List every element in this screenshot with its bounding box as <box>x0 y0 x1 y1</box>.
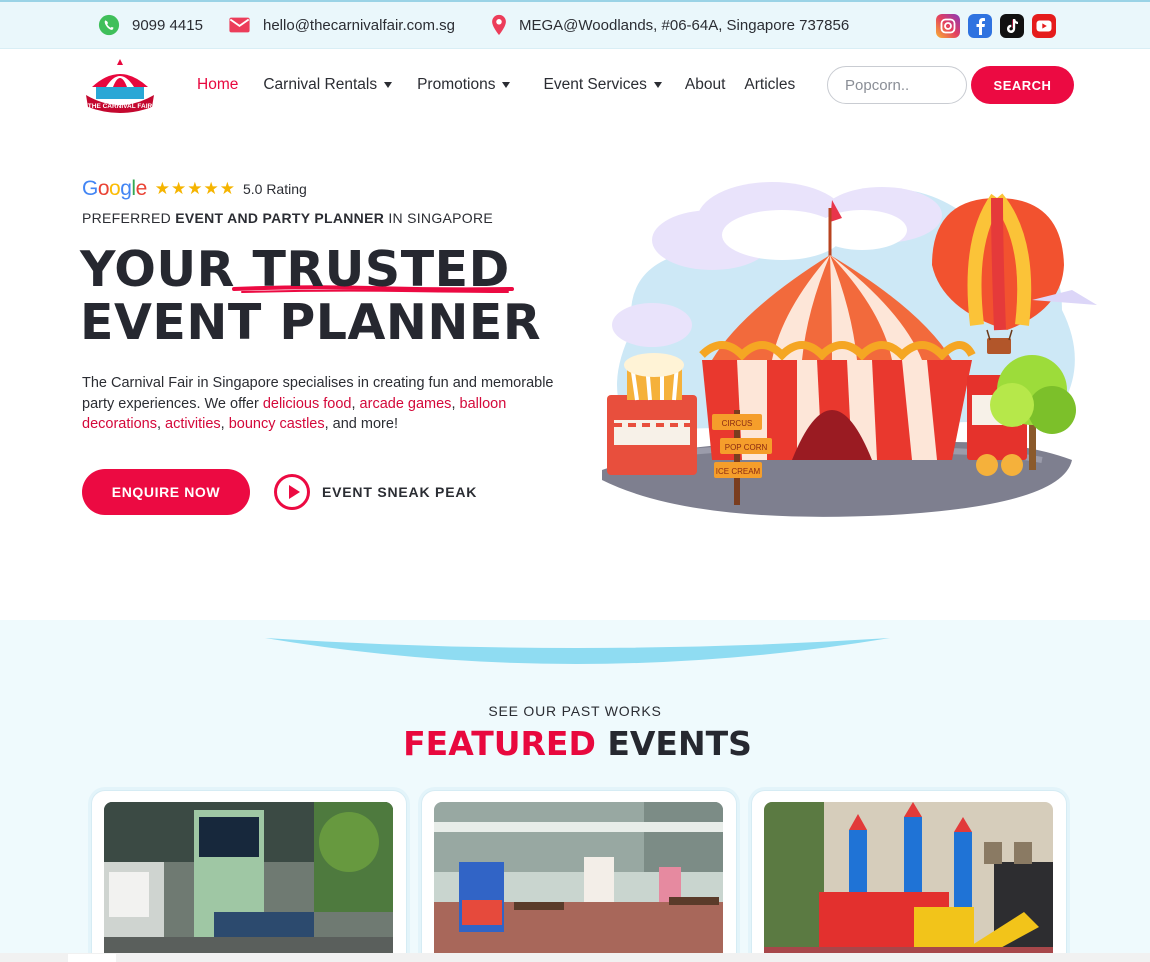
carnival-fair-logo[interactable]: THE CARNIVAL FAIR <box>82 57 158 115</box>
link-activities[interactable]: activities <box>165 416 221 432</box>
title-red-part: FEATURED <box>403 724 596 763</box>
sign-ice-cream: ICE CREAM <box>716 467 761 476</box>
hero-description: The Carnival Fair in Singapore specialis… <box>82 373 572 435</box>
enquire-now-button[interactable]: ENQUIRE NOW <box>82 469 250 515</box>
address-link[interactable]: MEGA@Woodlands, #06-64A, Singapore 73785… <box>490 14 849 36</box>
desc-sep: , <box>156 416 166 432</box>
carnival-tent-illustration: CIRCUS POP CORN ICE CREAM <box>602 182 1097 517</box>
hero-headline: YOUR TRUSTED EVENT PLANNER <box>80 243 541 349</box>
play-icon[interactable] <box>274 474 310 510</box>
tiktok-icon[interactable] <box>1000 14 1024 38</box>
nav-item-carnival-rentals[interactable]: Carnival Rentals <box>263 76 393 94</box>
sign-popcorn: POP CORN <box>725 443 768 452</box>
email-link[interactable]: hello@thecarnivalfair.com.sg <box>228 14 455 36</box>
desc-sep: , <box>220 416 229 432</box>
kicker-pre: PREFERRED <box>82 210 176 226</box>
headline-line-1: YOUR TRUSTED <box>80 241 510 298</box>
nav-item-about[interactable]: About <box>685 76 726 94</box>
scrollbar-thumb[interactable] <box>68 954 116 962</box>
rating-text: 5.0 Rating <box>242 181 307 197</box>
sign-circus: CIRCUS <box>722 419 753 428</box>
nav-rentals-label: Carnival Rentals <box>263 76 378 93</box>
logo-text: THE CARNIVAL FAIR <box>88 103 153 110</box>
phone-link[interactable]: 9099 4415 <box>98 14 203 36</box>
contact-bar: 9099 4415 hello@thecarnivalfair.com.sg M… <box>0 0 1150 49</box>
desc-sep: , <box>351 395 360 412</box>
email-address: hello@thecarnivalfair.com.sg <box>263 16 455 34</box>
event-card[interactable] <box>421 790 737 962</box>
nav-home-label: Home <box>197 76 239 93</box>
link-arcade-games[interactable]: arcade games <box>360 396 452 412</box>
desc-sep: , <box>451 395 460 412</box>
mail-icon <box>229 17 250 33</box>
youtube-icon[interactable] <box>1032 14 1056 38</box>
title-rest: EVENTS <box>595 724 752 763</box>
nav-item-promotions[interactable]: Promotions <box>417 76 511 94</box>
featured-events-section: SEE OUR PAST WORKS FEATURED EVENTS <box>0 620 1150 962</box>
nav-articles-label: Articles <box>744 76 796 93</box>
event-card[interactable] <box>91 790 407 962</box>
nav-promotions-label: Promotions <box>417 76 496 93</box>
whatsapp-icon <box>98 14 120 36</box>
facebook-icon[interactable] <box>968 14 992 38</box>
google-rating: Google ★★★★★ 5.0 Rating <box>82 177 307 201</box>
star-rating-icon: ★★★★★ <box>154 179 236 198</box>
event-photo-outdoor-games <box>434 802 723 962</box>
link-bouncy-castles[interactable]: bouncy castles <box>229 416 325 432</box>
location-pin-icon <box>492 14 506 36</box>
link-delicious-food[interactable]: delicious food <box>263 396 352 412</box>
featured-events-title: FEATURED EVENTS <box>0 724 1150 763</box>
social-links <box>936 14 1056 38</box>
horizontal-scrollbar[interactable] <box>0 953 1150 962</box>
headline-line-2: EVENT PLANNER <box>80 294 542 351</box>
kicker-post: IN SINGAPORE <box>384 210 494 226</box>
instagram-icon[interactable] <box>936 14 960 38</box>
search-button[interactable]: SEARCH <box>971 66 1074 104</box>
chevron-down-icon <box>384 82 393 88</box>
nav-menu: Home Carnival Rentals Promotions Event S… <box>197 76 820 94</box>
event-sneak-peak-link[interactable]: EVENT SNEAK PEAK <box>322 484 477 500</box>
past-works-kicker: SEE OUR PAST WORKS <box>488 703 662 719</box>
search-input[interactable] <box>827 66 967 104</box>
kicker-bold: EVENT AND PARTY PLANNER <box>175 210 385 226</box>
chevron-down-icon <box>653 82 662 88</box>
main-navigation: THE CARNIVAL FAIR Home Carnival Rentals … <box>0 49 1150 124</box>
nav-about-label: About <box>684 76 726 93</box>
event-photo-arcade-games <box>104 802 393 962</box>
nav-item-articles[interactable]: Articles <box>744 76 795 94</box>
nav-item-event-services[interactable]: Event Services <box>543 76 662 94</box>
address-text: MEGA@Woodlands, #06-64A, Singapore 73785… <box>519 16 850 34</box>
phone-number: 9099 4415 <box>132 16 203 34</box>
section-wave-divider <box>265 638 890 664</box>
nav-item-home[interactable]: Home <box>197 76 238 94</box>
desc-text-end: , and more! <box>324 416 398 432</box>
google-logo: Google <box>82 177 147 200</box>
event-photo-bouncy-castle <box>764 802 1053 962</box>
event-card[interactable] <box>751 790 1067 962</box>
hero-kicker: PREFERRED EVENT AND PARTY PLANNER IN SIN… <box>82 210 493 226</box>
chevron-down-icon <box>502 82 511 88</box>
nav-event-services-label: Event Services <box>543 76 647 93</box>
